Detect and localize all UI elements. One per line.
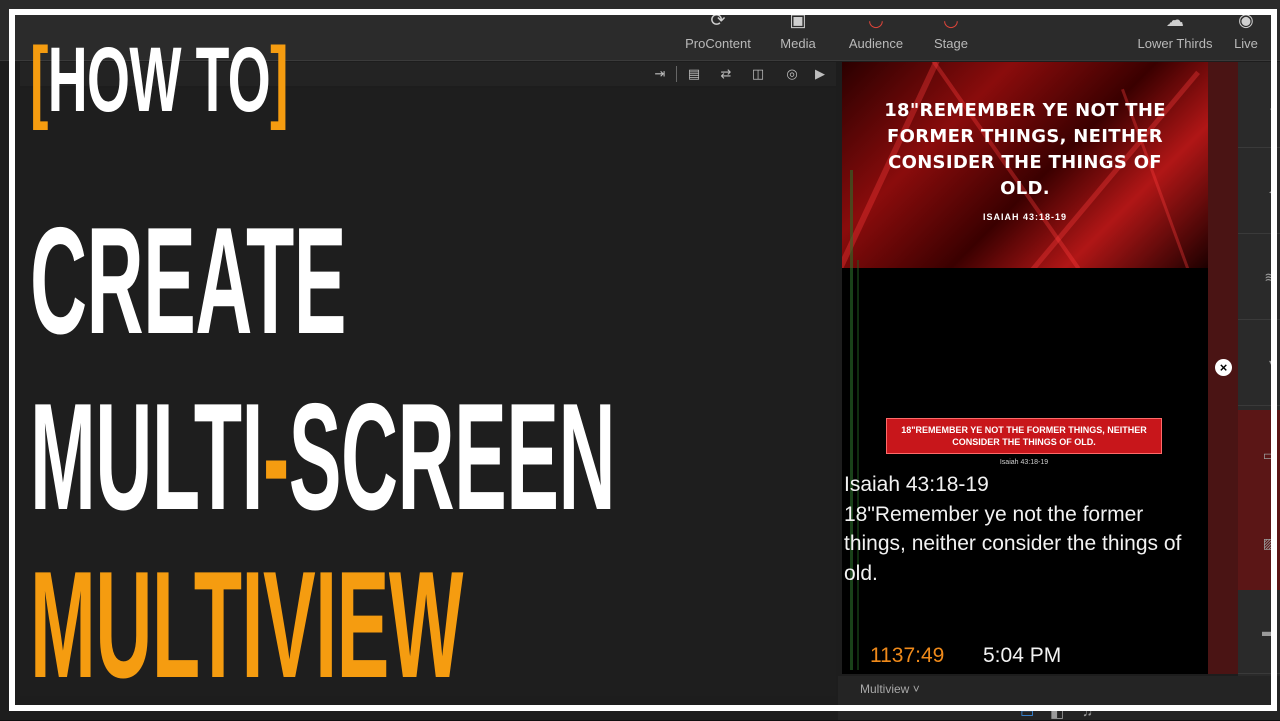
- title-line-multi-screen: MULTI-SCREEN: [30, 372, 616, 542]
- how-to-heading: [HOW TO]: [30, 29, 288, 131]
- title-line-create: CREATE: [30, 196, 346, 366]
- title-line-multiview: MULTIVIEW: [30, 540, 463, 710]
